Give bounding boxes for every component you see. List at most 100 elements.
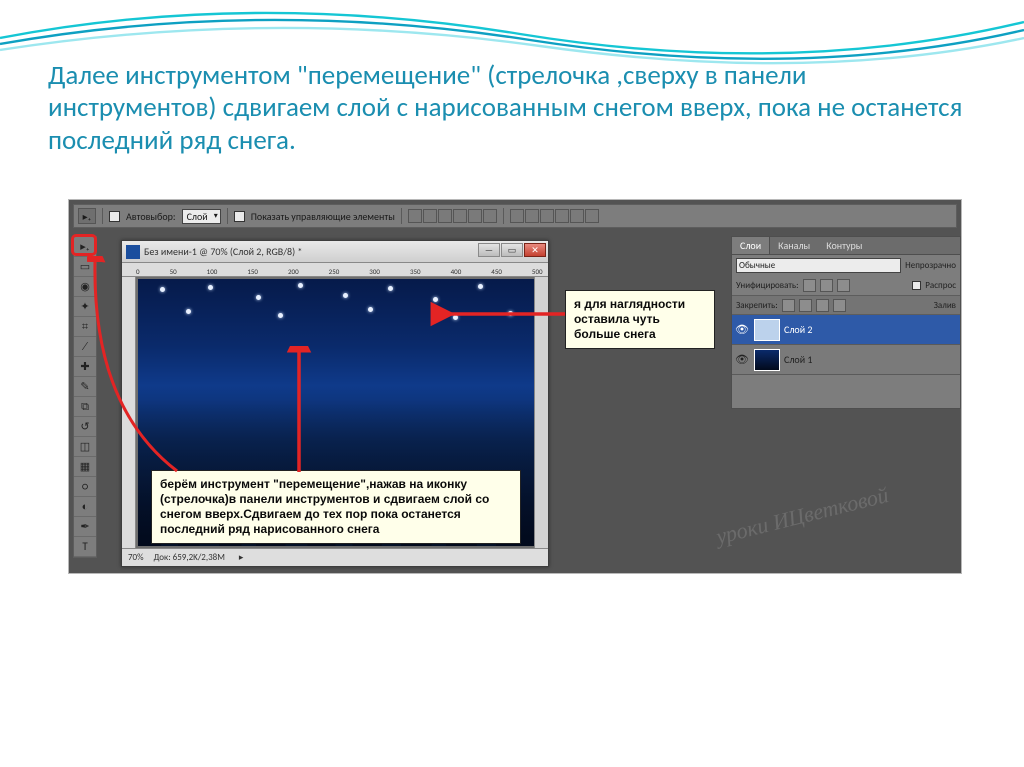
toolbox: ▸₊ ▭ ◉ ✦ ⌗ ⁄ ✚ ✎ ⧉ ↺ ◫ ▦ ○ ◐ ✒ T — [73, 236, 97, 558]
fill-label: Залив — [934, 300, 956, 311]
lock-transparent-icon[interactable] — [782, 299, 795, 312]
align-icon[interactable] — [408, 209, 422, 223]
ruler-mark: 350 — [410, 267, 421, 276]
distribute-icon[interactable] — [540, 209, 554, 223]
callout-snow-visibility: я для наглядности оставила чуть больше с… — [565, 290, 715, 349]
spread-checkbox[interactable] — [912, 281, 921, 290]
align-buttons-group — [408, 209, 497, 223]
callout-instructions: берём инструмент "перемещение",нажав на … — [151, 470, 521, 544]
unify-label: Унифицировать: — [736, 280, 799, 291]
lock-row: Закрепить: Залив — [732, 295, 960, 315]
ruler-mark: 100 — [207, 267, 218, 276]
auto-select-label: Автовыбор: — [126, 210, 176, 223]
lock-all-icon[interactable] — [833, 299, 846, 312]
separator — [227, 208, 228, 224]
align-icon[interactable] — [438, 209, 452, 223]
stamp-tool[interactable]: ⧉ — [74, 397, 96, 417]
ruler-mark: 450 — [491, 267, 502, 276]
vertical-scrollbar[interactable] — [534, 277, 548, 548]
distribute-icon[interactable] — [510, 209, 524, 223]
visibility-toggle[interactable]: 👁 — [734, 322, 750, 338]
lock-label: Закрепить: — [736, 300, 778, 311]
type-tool[interactable]: T — [74, 537, 96, 557]
ruler-mark: 0 — [136, 267, 140, 276]
panel-tabs: Слои Каналы Контуры — [732, 237, 960, 255]
align-icon[interactable] — [423, 209, 437, 223]
distribute-buttons-group — [510, 209, 599, 223]
document-statusbar: 70% Док: 659,2K/2,38M ▸ — [122, 548, 548, 566]
show-controls-checkbox[interactable] — [234, 211, 245, 222]
layer-name[interactable]: Слой 2 — [784, 323, 812, 336]
opacity-label: Непрозрачно — [905, 260, 956, 271]
layer-row[interactable]: 👁 Слой 1 — [732, 345, 960, 375]
minimize-button[interactable]: — — [478, 243, 500, 257]
photoshop-screenshot: ▸₊ Автовыбор: Слой Показать управляющие … — [68, 199, 962, 574]
ruler-mark: 500 — [532, 267, 543, 276]
eyedropper-tool[interactable]: ⁄ — [74, 337, 96, 357]
document-titlebar[interactable]: Без имени-1 @ 70% (Слой 2, RGB/8) * — ▭ … — [122, 241, 548, 263]
auto-select-dropdown[interactable]: Слой — [182, 209, 221, 224]
maximize-button[interactable]: ▭ — [501, 243, 523, 257]
align-icon[interactable] — [483, 209, 497, 223]
wand-tool[interactable]: ✦ — [74, 297, 96, 317]
align-icon[interactable] — [453, 209, 467, 223]
ruler-mark: 50 — [170, 267, 177, 276]
ruler-mark: 250 — [329, 267, 340, 276]
layer-thumbnail — [754, 349, 780, 371]
healing-tool[interactable]: ✚ — [74, 357, 96, 377]
distribute-icon[interactable] — [555, 209, 569, 223]
ruler-vertical — [122, 277, 136, 548]
separator — [401, 208, 402, 224]
layer-row[interactable]: 👁 Слой 2 — [732, 315, 960, 345]
layer-name[interactable]: Слой 1 — [784, 353, 812, 366]
distribute-icon[interactable] — [585, 209, 599, 223]
ruler-mark: 400 — [451, 267, 462, 276]
dodge-tool[interactable]: ◐ — [74, 497, 96, 517]
tab-layers[interactable]: Слои — [732, 237, 770, 254]
ruler-mark: 150 — [247, 267, 258, 276]
history-brush-tool[interactable]: ↺ — [74, 417, 96, 437]
move-tool[interactable]: ▸₊ — [74, 237, 96, 257]
close-button[interactable]: ✕ — [524, 243, 546, 257]
ruler-mark: 300 — [369, 267, 380, 276]
auto-select-checkbox[interactable] — [109, 211, 120, 222]
doc-size-status: Док: 659,2K/2,38M — [154, 552, 225, 563]
tab-channels[interactable]: Каналы — [770, 237, 818, 254]
unify-row: Унифицировать: Распрос — [732, 275, 960, 295]
photoshop-icon — [126, 245, 140, 259]
options-bar: ▸₊ Автовыбор: Слой Показать управляющие … — [73, 204, 957, 228]
align-icon[interactable] — [468, 209, 482, 223]
marquee-tool[interactable]: ▭ — [74, 257, 96, 277]
visibility-toggle[interactable]: 👁 — [734, 352, 750, 368]
document-title: Без имени-1 @ 70% (Слой 2, RGB/8) * — [144, 245, 302, 258]
tab-paths[interactable]: Контуры — [818, 237, 870, 254]
unify-icon[interactable] — [803, 279, 816, 292]
slide-title: Далее инструментом "перемещение" (стрело… — [48, 60, 976, 157]
layers-panel: Слои Каналы Контуры Обычные Непрозрачно … — [731, 236, 961, 409]
eraser-tool[interactable]: ◫ — [74, 437, 96, 457]
unify-icon[interactable] — [837, 279, 850, 292]
spread-label: Распрос — [925, 280, 956, 291]
distribute-icon[interactable] — [570, 209, 584, 223]
crop-tool[interactable]: ⌗ — [74, 317, 96, 337]
blend-mode-row: Обычные Непрозрачно — [732, 255, 960, 275]
blend-mode-dropdown[interactable]: Обычные — [736, 258, 901, 273]
watermark: уроки ИЦветковой — [714, 482, 892, 550]
separator — [503, 208, 504, 224]
zoom-value[interactable]: 70% — [128, 552, 144, 563]
blur-tool[interactable]: ○ — [74, 477, 96, 497]
lock-move-icon[interactable] — [816, 299, 829, 312]
move-tool-options-icon: ▸₊ — [78, 208, 96, 224]
brush-tool[interactable]: ✎ — [74, 377, 96, 397]
show-controls-label: Показать управляющие элементы — [251, 210, 395, 223]
pen-tool[interactable]: ✒ — [74, 517, 96, 537]
ruler-mark: 200 — [288, 267, 299, 276]
ruler-horizontal: 0 50 100 150 200 250 300 350 400 450 500… — [122, 263, 548, 277]
lasso-tool[interactable]: ◉ — [74, 277, 96, 297]
status-arrow-icon[interactable]: ▸ — [239, 552, 244, 563]
gradient-tool[interactable]: ▦ — [74, 457, 96, 477]
unify-icon[interactable] — [820, 279, 833, 292]
separator — [102, 208, 103, 224]
lock-brush-icon[interactable] — [799, 299, 812, 312]
distribute-icon[interactable] — [525, 209, 539, 223]
